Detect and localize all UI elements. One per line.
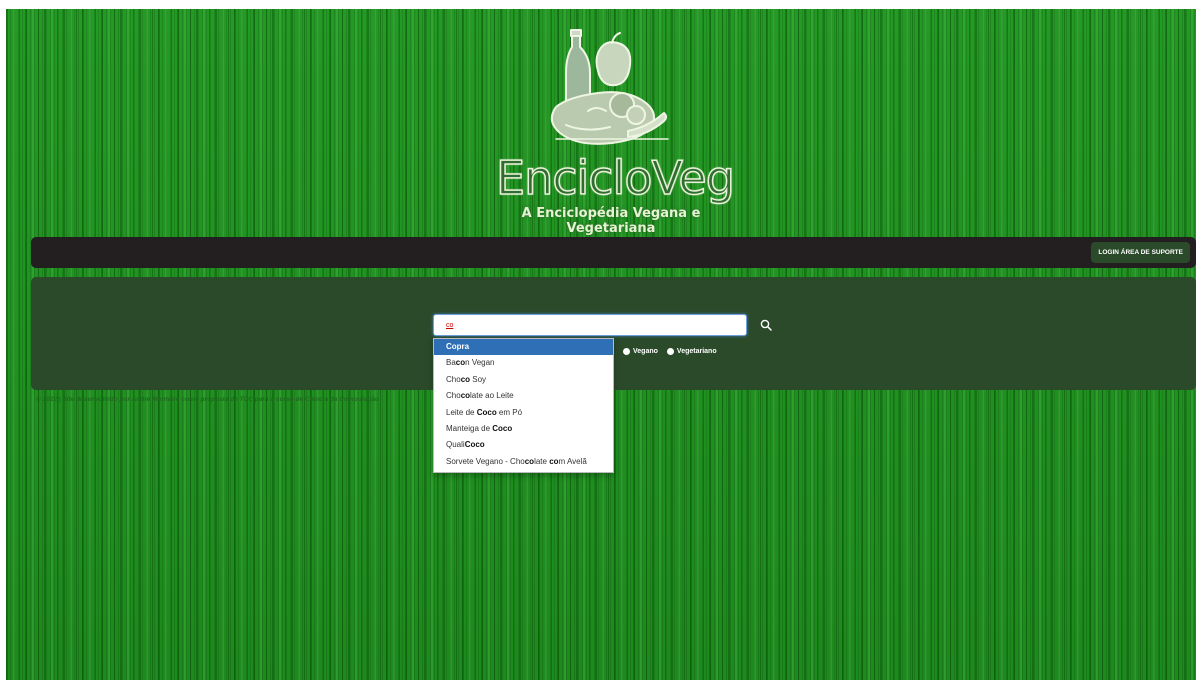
autocomplete-item-text: Coco [464,440,485,450]
search-button[interactable] [757,315,775,335]
autocomplete-item-text: co [524,456,535,466]
autocomplete-item-text: m Avelã [558,456,587,466]
radio-vegetarian[interactable] [666,347,674,355]
autocomplete-item-text: pra [456,342,470,351]
autocomplete-item[interactable]: QualiCoco [434,437,613,453]
radio-vegan[interactable] [623,347,630,355]
autocomplete-item-text: n Vegan [465,358,495,368]
autocomplete-item[interactable]: Leite de Coco em Pó [434,405,613,421]
autocomplete-item-text: Cho [446,374,461,384]
autocomplete-item-text: co [455,358,466,368]
autocomplete-item[interactable]: Bacon Vegan [434,355,613,371]
autocomplete-item-text: Quali [446,440,465,450]
radio-vegetarian-label: Vegetariano [676,347,717,355]
brand-name: EncicloVeg [495,150,735,206]
logo-illustration [550,29,669,145]
search-input[interactable] [433,314,747,336]
autocomplete-item-text: Manteiga de [446,423,493,433]
diet-filter: Vegano Vegetariano [623,345,717,357]
autocomplete-dropdown: Copra Bacon Vegan Choco Soy Chocolate ao Le… [433,338,614,474]
autocomplete-item-text: Coco [492,423,513,433]
autocomplete-item-text: Sorvete Vegano - Cho [446,456,525,466]
autocomplete-item-text: Cho [446,391,461,401]
autocomplete-item[interactable]: Copra [434,339,613,356]
autocomplete-item-text: Co [446,342,457,351]
navbar: LOGIN ÁREA DE SUPORTE [31,237,1196,268]
brand-tagline: A Enciclopédia Vegana e Vegetariana [521,206,701,236]
autocomplete-item-text: late ao Leite [470,391,514,401]
page: EncicloVeg A Enciclopédia Vegana e Veget… [6,9,1196,680]
autocomplete-item-text: late [534,456,550,466]
autocomplete-item[interactable]: Sorvete Vegano - Chocolate com Avelã [434,454,613,470]
login-support-button[interactable]: LOGIN ÁREA DE SUPORTE [1091,242,1190,263]
footer-credits: © 2022 | Site desenvolvido por André Mon… [36,396,379,403]
autocomplete-item-text: Coco [476,407,497,417]
autocomplete-item-text: co [460,374,471,384]
autocomplete-item-text: co [460,391,471,401]
autocomplete-item-text: Ba [446,358,456,368]
autocomplete-item[interactable]: Choco Soy [434,372,613,388]
autocomplete-item[interactable]: Manteiga de Coco [434,421,613,437]
autocomplete-item-text: Soy [470,374,487,384]
search-icon [760,319,772,331]
autocomplete-item-text: em Pó [496,407,523,417]
autocomplete-item-text: co [549,456,559,466]
logo[interactable]: EncicloVeg A Enciclopédia Vegana e Veget… [495,29,736,236]
radio-vegan-label: Vegano [633,347,658,355]
autocomplete-item-text: Leite de [446,407,477,417]
autocomplete-item[interactable]: Chocolate ao Leite [434,388,613,404]
